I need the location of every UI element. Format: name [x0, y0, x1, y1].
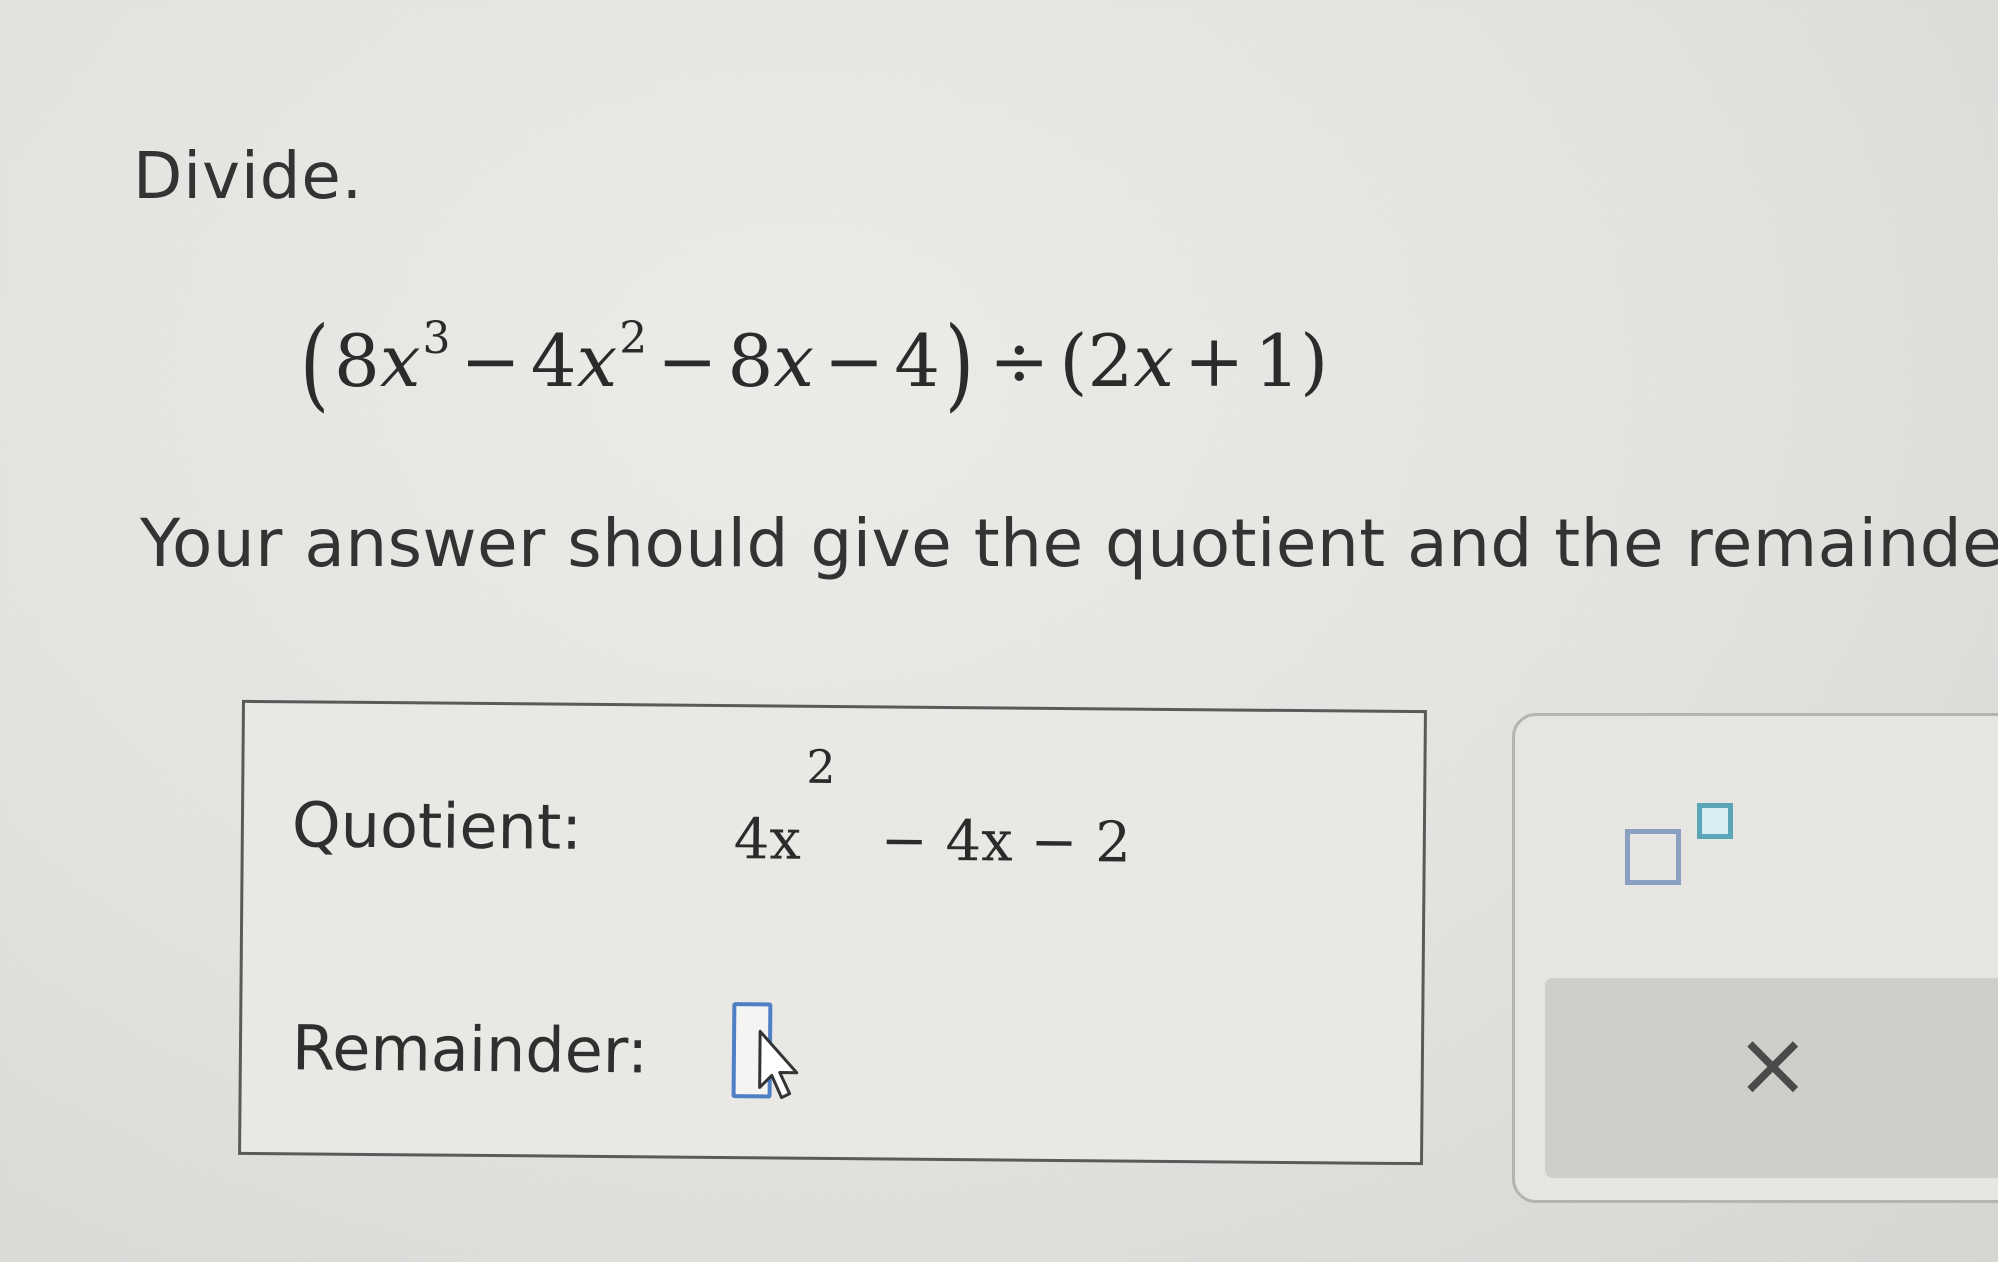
instruction-text: Divide.: [133, 140, 364, 214]
divisor-operator: +: [1183, 319, 1245, 403]
answer-instructions: Your answer should give the quotient and…: [140, 505, 1998, 582]
divisor-var: x: [1133, 319, 1174, 403]
exponent-template-icon: [1697, 803, 1733, 839]
clear-area: ×: [1545, 978, 1998, 1178]
operator-1: −: [460, 319, 521, 403]
term2-var: x: [576, 319, 618, 403]
open-paren: (: [299, 305, 330, 422]
operator-2: −: [657, 319, 718, 403]
remainder-label: Remainder:: [291, 1011, 649, 1088]
divide-symbol: ÷: [989, 319, 1050, 403]
term1-var: x: [379, 319, 421, 403]
term3-coef: 8: [727, 319, 774, 403]
close-paren: ): [944, 305, 975, 422]
term2-exponent: 2: [619, 313, 648, 364]
term2-coef: 4: [530, 319, 577, 403]
divisor-coef: 2: [1087, 319, 1134, 403]
quotient-base: 4x: [733, 807, 802, 873]
answer-box: Quotient: 2 4x − 4x − 2 Remainder:: [238, 699, 1427, 1166]
term3-var: x: [773, 319, 814, 403]
problem-expression: (8x3−4x2−8x −4) ÷ (2x +1): [295, 305, 1328, 422]
quotient-rest: − 4x − 2: [880, 808, 1132, 876]
divisor-constant: 1: [1254, 319, 1301, 403]
mouse-cursor-icon: [758, 1029, 799, 1100]
exponent-base-icon: [1625, 829, 1681, 885]
clear-button[interactable]: ×: [1735, 1020, 1810, 1110]
quotient-input[interactable]: 2 4x − 4x − 2: [734, 740, 1132, 876]
math-tools-panel: ×: [1512, 713, 1998, 1203]
term4: 4: [894, 319, 941, 403]
operator-3: −: [823, 319, 885, 403]
exponent-button[interactable]: [1615, 791, 1745, 901]
term1-exponent: 3: [422, 313, 451, 364]
divisor-open-paren: (: [1059, 319, 1088, 403]
term1-coef: 8: [334, 319, 380, 403]
divisor-close-paren: ): [1300, 319, 1329, 403]
quotient-exponent: 2: [806, 739, 836, 795]
quotient-label: Quotient:: [291, 788, 583, 864]
